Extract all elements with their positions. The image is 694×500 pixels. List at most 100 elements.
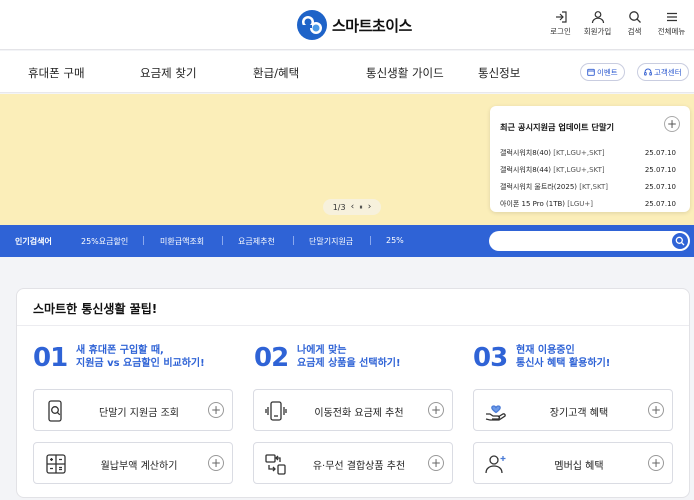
- step-line: 현재 이용중인: [516, 345, 575, 356]
- popular-keywords-label: 인기검색어: [15, 237, 52, 246]
- tile-label: 유·무선 결합상품 추천: [312, 461, 406, 472]
- device-update-card: 최근 공시지원금 업데이트 단말기 + 갤럭시워치8(40) [KT,LGU+,…: [490, 106, 690, 212]
- keyword-link[interactable]: 25%: [386, 236, 404, 245]
- step-line: 요금제 상품을 선택하기!: [297, 358, 401, 369]
- search-input[interactable]: [499, 234, 659, 248]
- divider: [143, 236, 144, 245]
- pager-next-button[interactable]: ›: [368, 202, 372, 212]
- tile-label: 장기고객 혜택: [549, 408, 609, 419]
- device-carriers: [KT,LGU+,SKT]: [553, 148, 605, 157]
- event-label: 이벤트: [597, 67, 618, 77]
- logo-icon: [297, 10, 327, 40]
- search-submit-button[interactable]: [671, 232, 689, 250]
- step-number: 03: [473, 343, 508, 373]
- pager-prev-button[interactable]: ‹: [351, 202, 355, 212]
- main-nav: 휴대폰 구매 요금제 찾기 환급/혜택 통신생활 가이드 통신정보 이벤트 고객…: [0, 51, 694, 93]
- nav-item-telecom-guide[interactable]: 통신생활 가이드: [366, 65, 444, 81]
- tile-membership-benefit[interactable]: 멤버십 혜택 +: [473, 442, 673, 484]
- logo-text: 스마트초이스: [332, 16, 412, 35]
- pager-pause-button[interactable]: ⏸: [359, 203, 363, 212]
- nav-item-phone-purchase[interactable]: 휴대폰 구매: [28, 65, 85, 81]
- search-icon: [675, 236, 685, 246]
- header-utility-icons: 로그인 회원가입 검색 전체메뉴: [542, 10, 690, 37]
- signup-label: 회원가입: [583, 27, 612, 36]
- search-box: [489, 231, 690, 251]
- nav-item-refund-benefit[interactable]: 환급/혜택: [253, 65, 299, 81]
- keyword-link[interactable]: 요금제추천: [238, 236, 275, 247]
- menu-icon: [666, 12, 677, 22]
- device-update-more-button[interactable]: +: [664, 116, 680, 132]
- step-number: 01: [33, 343, 68, 373]
- device-date: 25.07.10: [644, 165, 676, 174]
- user-icon: [591, 11, 604, 24]
- device-date: 25.07.10: [644, 182, 676, 191]
- banner-pager: 1/3 ‹ ⏸ ›: [323, 199, 381, 215]
- device-name: 갤럭시워치8(44): [500, 165, 552, 174]
- tile-device-subsidy[interactable]: 단말기 지원금 조회 +: [33, 389, 233, 431]
- device-name: 갤럭시워치 울트라(2025): [500, 182, 578, 191]
- menu-label: 전체메뉴: [657, 27, 686, 36]
- list-item[interactable]: 갤럭시워치 울트라(2025) [KT,SKT] 25.07.10: [500, 178, 676, 195]
- pager-count: 1/3: [332, 202, 346, 212]
- calendar-icon: [587, 68, 595, 76]
- nav-item-telecom-info[interactable]: 통신정보: [478, 65, 520, 81]
- device-name: 아이폰 15 Pro (1TB): [500, 199, 566, 208]
- plus-icon: +: [428, 455, 444, 471]
- tile-loyal-benefit[interactable]: 장기고객 혜택 +: [473, 389, 673, 431]
- list-item[interactable]: 갤럭시워치8(44) [KT,LGU+,SKT] 25.07.10: [500, 161, 676, 178]
- search-icon: [628, 11, 641, 23]
- device-carriers: [KT,LGU+,SKT]: [553, 165, 605, 174]
- device-carriers: [LGU+]: [567, 199, 594, 208]
- event-button[interactable]: 이벤트: [580, 63, 625, 81]
- step-line: 지원금 vs 요금할인 비교하기!: [76, 358, 205, 369]
- tile-label: 단말기 지원금 조회: [99, 408, 179, 419]
- login-icon: [555, 11, 567, 23]
- plus-icon: +: [666, 117, 678, 131]
- plus-icon: +: [208, 402, 224, 418]
- device-date: 25.07.10: [644, 199, 676, 208]
- logo[interactable]: 스마트초이스: [296, 9, 412, 41]
- tile-monthly-calc[interactable]: 월납부액 계산하기 +: [33, 442, 233, 484]
- header: 스마트초이스 로그인 회원가입 검색 전체메뉴: [0, 0, 694, 50]
- plus-icon: +: [648, 402, 664, 418]
- divider: [293, 236, 294, 245]
- device-update-list: 갤럭시워치8(40) [KT,LGU+,SKT] 25.07.10 갤럭시워치8…: [500, 144, 676, 212]
- keyword-link[interactable]: 25%요금할인: [81, 236, 128, 247]
- device-carriers: [KT,SKT]: [579, 182, 609, 191]
- step-text: 현재 이용중인 통신사 혜택 활용하기!: [516, 344, 610, 370]
- list-item[interactable]: 갤럭시워치8(40) [KT,LGU+,SKT] 25.07.10: [500, 144, 676, 161]
- step-line: 나에게 맞는: [297, 345, 347, 356]
- tile-plan-recommend[interactable]: 이동전화 요금제 추천 +: [253, 389, 453, 431]
- divider: [370, 236, 371, 245]
- keyword-link[interactable]: 단말기지원금: [309, 236, 353, 247]
- divider: [222, 236, 223, 245]
- tile-bundle-recommend[interactable]: 유·무선 결합상품 추천 +: [253, 442, 453, 484]
- support-button[interactable]: 고객센터: [637, 63, 689, 81]
- step-line: 통신사 혜택 활용하기!: [516, 358, 611, 369]
- plus-icon: +: [428, 402, 444, 418]
- support-label: 고객센터: [654, 67, 682, 77]
- step-line: 새 휴대폰 구입할 때,: [76, 345, 164, 356]
- step-text: 새 휴대폰 구입할 때, 지원금 vs 요금할인 비교하기!: [76, 344, 205, 370]
- tile-label: 멤버십 혜택: [554, 461, 604, 472]
- plus-icon: +: [208, 455, 224, 471]
- device-name: 갤럭시워치8(40): [500, 148, 552, 157]
- tile-label: 월납부액 계산하기: [100, 461, 178, 472]
- tile-label: 이동전화 요금제 추천: [314, 408, 404, 419]
- headset-icon: [644, 68, 652, 76]
- step-text: 나에게 맞는 요금제 상품을 선택하기!: [297, 344, 401, 370]
- login-button[interactable]: 로그인: [542, 10, 579, 37]
- tips-title: 스마트한 통신생활 꿀팁!: [33, 302, 158, 316]
- search-button[interactable]: 검색: [616, 10, 653, 37]
- page: 스마트초이스 로그인 회원가입 검색 전체메뉴 휴대폰 구매 요금제 찾기 환급…: [0, 0, 694, 500]
- plus-icon: +: [648, 455, 664, 471]
- nav-item-plan-search[interactable]: 요금제 찾기: [140, 65, 197, 81]
- tips-panel: 스마트한 통신생활 꿀팁! 01 새 휴대폰 구입할 때, 지원금 vs 요금할…: [16, 288, 690, 498]
- keyword-link[interactable]: 미환급액조회: [160, 236, 204, 247]
- step-number: 02: [254, 343, 289, 373]
- search-label: 검색: [627, 27, 642, 36]
- device-update-title: 최근 공시지원금 업데이트 단말기: [500, 122, 615, 132]
- list-item[interactable]: 아이폰 15 Pro (1TB) [LGU+] 25.07.10: [500, 195, 676, 212]
- menu-button[interactable]: 전체메뉴: [653, 10, 690, 37]
- signup-button[interactable]: 회원가입: [579, 10, 616, 37]
